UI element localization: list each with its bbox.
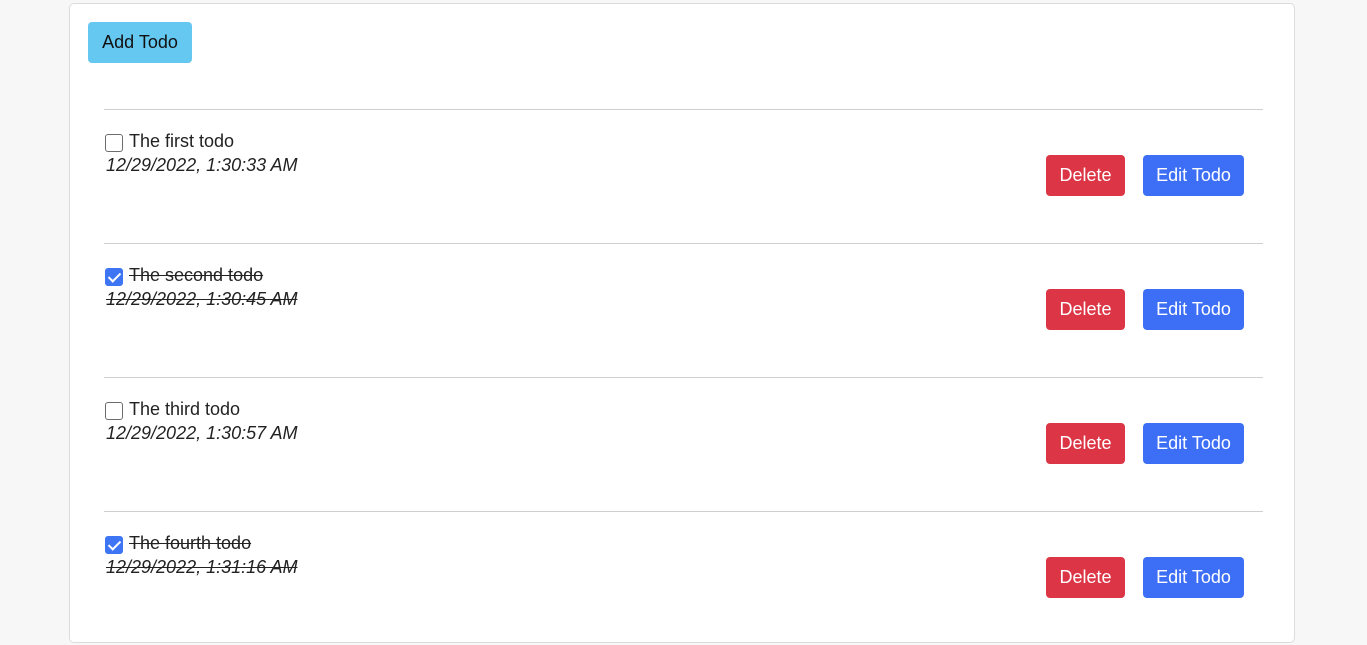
todo-content: The fourth todo 12/29/2022, 1:31:16 AM [104, 532, 297, 578]
edit-todo-button[interactable]: Edit Todo [1143, 557, 1244, 598]
todo-content: The first todo 12/29/2022, 1:30:33 AM [104, 130, 297, 176]
todo-item: The third todo 12/29/2022, 1:30:57 AM De… [104, 377, 1263, 511]
todo-date: 12/29/2022, 1:30:33 AM [106, 155, 298, 175]
edit-todo-button[interactable]: Edit Todo [1143, 289, 1244, 330]
todo-checkbox[interactable] [105, 536, 123, 554]
delete-button[interactable]: Delete [1046, 289, 1125, 330]
todo-checkbox[interactable] [105, 134, 123, 152]
delete-button[interactable]: Delete [1046, 423, 1125, 464]
delete-button[interactable]: Delete [1046, 155, 1125, 196]
todo-item: The first todo 12/29/2022, 1:30:33 AM De… [104, 109, 1263, 243]
todo-checkbox[interactable] [105, 402, 123, 420]
todo-title: The third todo [129, 398, 241, 419]
todo-date: 12/29/2022, 1:30:57 AM [106, 423, 298, 443]
todo-date: 12/29/2022, 1:31:16 AM [106, 557, 298, 577]
todo-item: The second todo 12/29/2022, 1:30:45 AM D… [104, 243, 1263, 377]
add-todo-button[interactable]: Add Todo [88, 22, 192, 63]
todo-checkbox[interactable] [105, 268, 123, 286]
todo-date: 12/29/2022, 1:30:45 AM [106, 289, 298, 309]
todo-title: The first todo [129, 130, 235, 151]
todo-title: The fourth todo [129, 532, 252, 553]
delete-button[interactable]: Delete [1046, 557, 1125, 598]
todo-title: The second todo [129, 264, 264, 285]
todo-card: Add Todo The first todo 12/29/2022, 1:30… [69, 3, 1295, 643]
todo-content: The second todo 12/29/2022, 1:30:45 AM [104, 264, 297, 310]
todo-content: The third todo 12/29/2022, 1:30:57 AM [104, 398, 297, 444]
edit-todo-button[interactable]: Edit Todo [1143, 155, 1244, 196]
edit-todo-button[interactable]: Edit Todo [1143, 423, 1244, 464]
todo-list: The first todo 12/29/2022, 1:30:33 AM De… [104, 109, 1263, 645]
